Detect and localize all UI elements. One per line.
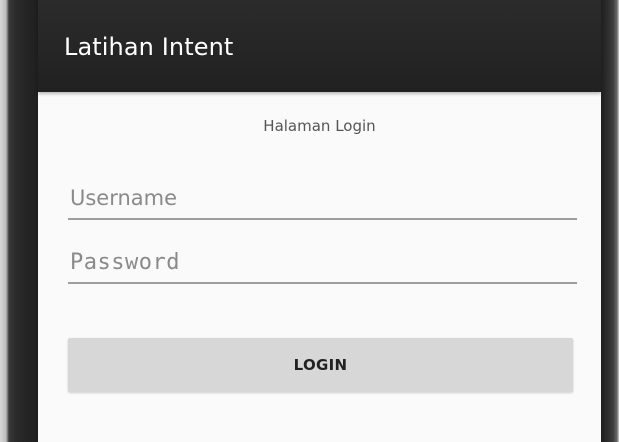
page-heading: Halaman Login bbox=[263, 117, 376, 135]
phone-screen: Latihan Intent Halaman Login LOGIN bbox=[38, 0, 601, 442]
app-bar: Latihan Intent bbox=[38, 0, 601, 92]
password-input[interactable] bbox=[68, 242, 577, 284]
device-bezel-right bbox=[601, 0, 619, 442]
app-title: Latihan Intent bbox=[64, 33, 234, 61]
login-button[interactable]: LOGIN bbox=[68, 338, 573, 392]
username-input[interactable] bbox=[68, 178, 577, 220]
device-bezel-left bbox=[0, 0, 38, 442]
